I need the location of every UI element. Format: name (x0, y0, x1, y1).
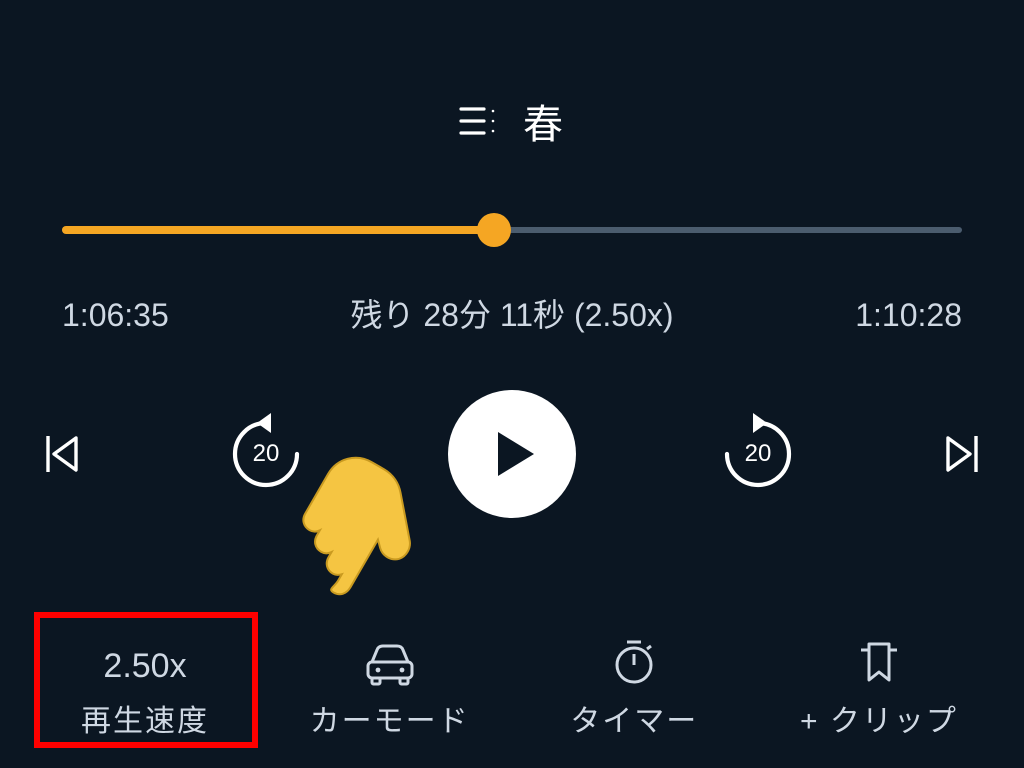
timer-icon (610, 638, 658, 686)
progress-fill (62, 226, 494, 234)
forward-seconds: 20 (745, 440, 772, 468)
remaining-time: 残り 28分 11秒 (2.50x) (350, 290, 673, 336)
playback-speed-button[interactable]: 2.50x 再生速度 (40, 647, 250, 740)
elapsed-time: 1:06:35 (62, 297, 169, 334)
speed-value: 2.50x (103, 647, 186, 686)
clip-button[interactable]: + クリップ (774, 638, 984, 740)
rewind-button[interactable]: 20 (221, 409, 311, 499)
forward-button[interactable]: 20 (713, 409, 803, 499)
bookmark-clip-icon (855, 638, 903, 686)
car-icon (363, 644, 417, 686)
next-track-button[interactable] (940, 432, 984, 476)
time-row: 1:06:35 残り 28分 11秒 (2.50x) 1:10:28 (62, 290, 962, 336)
progress-slider[interactable] (62, 218, 962, 242)
car-mode-button[interactable]: カーモード (285, 644, 495, 740)
skip-previous-icon (42, 432, 82, 476)
skip-next-icon (942, 432, 982, 476)
play-icon (498, 432, 534, 476)
chapter-list-icon (459, 105, 499, 137)
car-mode-label: カーモード (310, 696, 470, 740)
rewind-seconds: 20 (253, 440, 280, 468)
total-time: 1:10:28 (855, 297, 962, 334)
play-button[interactable] (448, 390, 576, 518)
chapter-title: 春 (523, 92, 565, 150)
speed-label: 再生速度 (81, 696, 209, 740)
clip-label: + クリップ (800, 696, 958, 740)
timer-button[interactable]: タイマー (529, 638, 739, 740)
chapter-title-row[interactable]: 春 (0, 92, 1024, 150)
transport-controls: 20 20 (40, 390, 984, 518)
utility-row: 2.50x 再生速度 カーモード タイマー + クリップ (40, 638, 984, 740)
progress-thumb[interactable] (477, 213, 511, 247)
previous-track-button[interactable] (40, 432, 84, 476)
timer-label: タイマー (570, 696, 698, 740)
